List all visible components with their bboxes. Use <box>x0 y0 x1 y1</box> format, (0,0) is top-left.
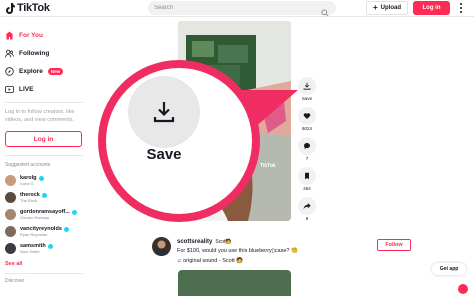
sidebar-divider <box>5 155 83 156</box>
heart-icon <box>303 113 311 119</box>
avatar <box>5 226 16 237</box>
compass-icon <box>5 66 14 76</box>
avatar <box>5 209 16 220</box>
home-icon <box>5 31 14 40</box>
comment-count: 7 <box>305 156 309 161</box>
suggested-account[interactable]: therock The Rock <box>5 189 98 206</box>
save-callout-label: Save <box>146 146 182 163</box>
account-display-name: Karol G <box>20 181 34 186</box>
account-display-name: Gordon Ramsay <box>20 215 50 220</box>
favorite-button[interactable] <box>298 167 316 185</box>
save-callout-button <box>128 76 200 148</box>
post-sound-link[interactable]: ♫ original sound - Scott 🧑 <box>177 258 243 264</box>
account-display-name: Ryan Reynolds <box>20 232 48 237</box>
search-bar[interactable] <box>148 1 336 17</box>
post-username: scottsreality <box>177 239 213 245</box>
sidebar-divider <box>5 273 83 274</box>
avatar <box>5 243 16 254</box>
save-label: Save <box>301 96 313 101</box>
suggested-account[interactable]: samsmith Sam Smith <box>5 240 98 257</box>
avatar[interactable] <box>152 237 171 256</box>
suggested-account[interactable]: vancityreynolds Ryan Reynolds <box>5 223 98 240</box>
next-video-player[interactable] <box>178 270 291 296</box>
post-author[interactable]: scottsreality Scot🧑 <box>177 239 232 245</box>
verified-badge-icon <box>63 226 69 232</box>
more-options-icon[interactable] <box>459 2 463 14</box>
nav-label: Following <box>19 49 50 57</box>
tiktok-logo[interactable]: TikTok <box>6 2 146 14</box>
sidebar-divider <box>5 102 83 103</box>
tiktok-page: TikTok + Upload Log in For You Follo <box>0 0 474 296</box>
top-header: TikTok + Upload Log in <box>0 0 474 17</box>
get-app-button[interactable]: Get app <box>432 263 466 275</box>
music-note-icon: ♫ <box>177 258 182 264</box>
suggested-accounts-title: Suggested accounts <box>5 162 51 168</box>
comment-icon <box>303 142 310 150</box>
people-icon <box>5 49 14 58</box>
download-icon <box>303 82 311 90</box>
nav-label: For You <box>19 31 43 39</box>
logo-text: TikTok <box>17 2 50 14</box>
sound-label: original sound - Scott 🧑 <box>183 258 244 264</box>
suggested-account[interactable]: karolg Karol G <box>5 172 98 189</box>
post-caption: For $100, would you use this blueberry▯c… <box>177 248 298 254</box>
login-prompt-text: Log in to follow creators, like videos, … <box>5 109 75 123</box>
verified-badge-icon <box>41 192 47 198</box>
favorite-count: 264 <box>303 186 311 191</box>
sidebar-login-button[interactable]: Log in <box>5 131 82 147</box>
nav-explore[interactable]: Explore New <box>5 62 98 80</box>
verified-badge-icon <box>71 209 77 215</box>
account-display-name: Sam Smith <box>20 249 40 254</box>
verified-badge-icon <box>38 175 44 181</box>
scroll-to-top-button[interactable] <box>458 284 468 294</box>
tiktok-watermark: TikTok <box>260 163 276 169</box>
suggested-account[interactable]: gordonramsayoff... Gordon Ramsay <box>5 206 98 223</box>
verified-badge-icon <box>47 243 53 249</box>
search-icon[interactable] <box>321 4 329 17</box>
share-count: 9 <box>305 216 309 221</box>
sidebar: For You Following Explore New LIVE Log i… <box>0 18 98 296</box>
new-badge: New <box>47 67 64 75</box>
follow-button[interactable]: Follow <box>377 239 411 251</box>
download-icon <box>153 102 175 123</box>
bookmark-icon <box>305 172 309 180</box>
login-button[interactable]: Log in <box>413 1 450 15</box>
share-button[interactable] <box>298 197 316 215</box>
nav-label: LIVE <box>19 85 34 93</box>
discover-heading: Discover <box>5 278 25 284</box>
plus-icon: + <box>372 3 378 12</box>
tiktok-logo-icon <box>6 2 15 14</box>
search-input[interactable] <box>154 5 314 11</box>
nav-label: Explore <box>19 67 43 75</box>
nav-following[interactable]: Following <box>5 44 98 62</box>
post-display-name: Scot🧑 <box>215 239 232 245</box>
nav-live[interactable]: LIVE <box>5 80 98 98</box>
share-icon <box>303 203 311 209</box>
avatar <box>5 192 16 203</box>
see-all-link[interactable]: See all <box>5 261 98 267</box>
avatar <box>5 175 16 186</box>
like-count: 6024 <box>301 126 312 131</box>
account-display-name: The Rock <box>20 198 38 203</box>
upload-label: Upload <box>380 5 401 11</box>
live-icon <box>5 85 14 94</box>
upload-button[interactable]: + Upload <box>366 1 408 15</box>
nav-for-you[interactable]: For You <box>5 26 98 44</box>
